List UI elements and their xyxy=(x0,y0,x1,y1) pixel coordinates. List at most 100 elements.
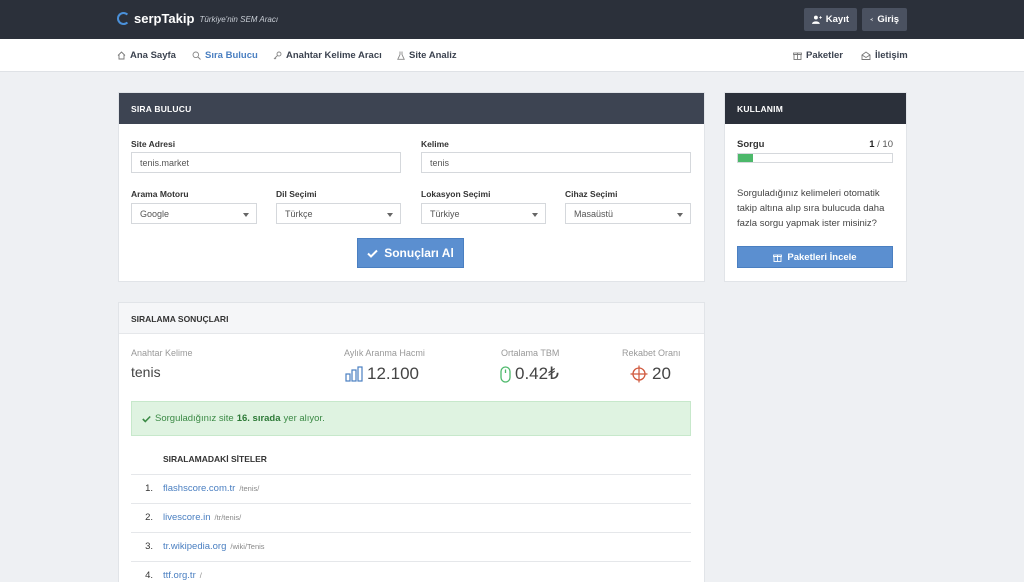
get-results-label: Sonuçları Al xyxy=(384,246,454,260)
location-label: Lokasyon Seçimi xyxy=(421,189,491,199)
engine-select-value: Google xyxy=(140,209,170,219)
register-label: Kayıt xyxy=(825,14,849,25)
usage-progress-fill xyxy=(738,154,754,162)
crosshair-icon xyxy=(630,365,648,383)
nav-home[interactable]: Ana Sayfa xyxy=(117,50,176,61)
language-select-value: Türkçe xyxy=(285,209,313,219)
row-domain-link[interactable]: livescore.in xyxy=(163,512,211,523)
nav-rank-finder[interactable]: Sıra Bulucu xyxy=(192,50,258,61)
site-address-input[interactable]: tenis.market xyxy=(131,152,401,173)
row-number: 2. xyxy=(145,512,153,523)
row-domain-link[interactable]: ttf.org.tr xyxy=(163,570,196,581)
keyword-input[interactable]: tenis xyxy=(421,152,691,173)
results-title: SIRALAMA SONUÇLARI xyxy=(119,303,704,334)
keyword-label: Kelime xyxy=(421,139,449,149)
caret-down-icon xyxy=(243,213,249,217)
engine-select[interactable]: Google xyxy=(131,203,257,224)
device-select-value: Masaüstü xyxy=(574,209,614,219)
list-item[interactable]: 1. flashscore.com.tr /tenis/ xyxy=(131,474,691,503)
device-select[interactable]: Masaüstü xyxy=(565,203,691,224)
gift-icon xyxy=(793,52,802,60)
alert-text-post: yer alıyor. xyxy=(283,413,325,424)
list-item[interactable]: 3. tr.wikipedia.org /wiki/Tenis xyxy=(131,532,691,561)
location-select[interactable]: Türkiye xyxy=(421,203,546,224)
list-item[interactable]: 4. ttf.org.tr / xyxy=(131,561,691,582)
alert-text-pre: Sorguladığınız site xyxy=(155,413,234,424)
nav-rank-finder-label: Sıra Bulucu xyxy=(205,50,258,61)
mouse-icon xyxy=(500,365,511,383)
nav-site-analysis[interactable]: Site Analiz xyxy=(397,50,457,61)
logo-icon xyxy=(117,12,130,25)
rank-alert: Sorguladığınız site 16. sırada yer alıyo… xyxy=(131,401,691,436)
row-number: 3. xyxy=(145,541,153,552)
stat-volume-label: Aylık Aranma Hacmi xyxy=(344,348,425,358)
login-label: Giriş xyxy=(877,14,899,25)
stat-keyword-value: tenis xyxy=(131,364,161,380)
query-limit: / 10 xyxy=(877,139,893,150)
login-button[interactable]: Giriş xyxy=(862,8,907,31)
caret-down-icon xyxy=(532,213,538,217)
nav-contact[interactable]: İletişim xyxy=(861,50,908,61)
bar-chart-icon xyxy=(345,366,363,382)
list-item[interactable]: 2. livescore.in /tr/tenis/ xyxy=(131,503,691,532)
get-results-button[interactable]: Sonuçları Al xyxy=(357,238,464,268)
logo-tagline: Türkiye'nin SEM Aracı xyxy=(199,15,279,24)
usage-title: KULLANIM xyxy=(725,93,906,124)
register-button[interactable]: Kayıt xyxy=(804,8,857,31)
search-icon xyxy=(192,51,201,60)
row-path: /wiki/Tenis xyxy=(230,542,265,551)
query-label: Sorgu xyxy=(737,139,765,150)
stat-volume: 12.100 xyxy=(345,364,419,384)
user-plus-icon xyxy=(812,15,822,24)
nav-keyword-tool[interactable]: Anahtar Kelime Aracı xyxy=(273,50,382,61)
query-used: 1 xyxy=(869,139,875,150)
usage-progress-bar xyxy=(737,153,893,163)
stat-competition-label: Rekabet Oranı xyxy=(622,348,681,358)
row-domain-link[interactable]: tr.wikipedia.org xyxy=(163,541,226,552)
stat-competition-value: 20 xyxy=(652,364,671,383)
check-icon xyxy=(142,415,151,423)
row-domain-link[interactable]: flashscore.com.tr xyxy=(163,483,235,494)
view-packages-button[interactable]: Paketleri İncele xyxy=(737,246,893,268)
ranking-sites-title: SIRALAMADAKİ SİTELER xyxy=(163,454,267,464)
query-count: 1 / 10 xyxy=(850,139,893,150)
language-select[interactable]: Türkçe xyxy=(276,203,401,224)
nav-packages[interactable]: Paketler xyxy=(793,50,843,61)
nav-packages-label: Paketler xyxy=(806,50,843,61)
stat-cpc: 0.42₺ xyxy=(500,364,559,384)
nav-keyword-tool-label: Anahtar Kelime Aracı xyxy=(286,50,382,61)
stat-competition: 20 xyxy=(630,364,671,384)
nav-site-analysis-label: Site Analiz xyxy=(409,50,457,61)
row-path: /tenis/ xyxy=(239,484,260,493)
stat-cpc-label: Ortalama TBM xyxy=(501,348,560,358)
gift-icon xyxy=(773,254,783,262)
nav-home-label: Ana Sayfa xyxy=(130,50,176,61)
caret-down-icon xyxy=(677,213,683,217)
stat-keyword-label: Anahtar Kelime xyxy=(131,348,193,358)
main-nav: Ana Sayfa Sıra Bulucu Anahtar Kelime Ara… xyxy=(0,39,1024,72)
logo-text: serpTakip xyxy=(134,11,195,26)
device-label: Cihaz Seçimi xyxy=(565,189,618,199)
envelope-icon xyxy=(861,51,871,60)
engine-label: Arama Motoru xyxy=(131,189,189,199)
top-bar: serpTakip Türkiye'nin SEM Aracı Kayıt Gi… xyxy=(0,0,1024,39)
site-address-label: Site Adresi xyxy=(131,139,176,149)
sign-in-icon xyxy=(870,17,874,22)
alert-rank: 16. sırada xyxy=(236,413,281,424)
usage-promo-text: Sorguladığınız kelimeleri otomatik takip… xyxy=(737,188,885,229)
row-path: /tr/tenis/ xyxy=(214,513,242,522)
logo[interactable]: serpTakip Türkiye'nin SEM Aracı xyxy=(117,11,278,26)
location-select-value: Türkiye xyxy=(430,209,460,219)
row-number: 1. xyxy=(145,483,153,494)
stat-volume-value: 12.100 xyxy=(367,364,419,383)
row-path: / xyxy=(199,571,202,580)
caret-down-icon xyxy=(387,213,393,217)
view-packages-label: Paketleri İncele xyxy=(787,251,857,263)
key-icon xyxy=(273,51,282,60)
home-icon xyxy=(117,51,126,60)
check-icon xyxy=(367,249,378,258)
language-label: Dil Seçimi xyxy=(276,189,317,199)
stat-cpc-value: 0.42₺ xyxy=(515,364,559,383)
row-number: 4. xyxy=(145,570,153,581)
rank-finder-title: SIRA BULUCU xyxy=(119,93,704,124)
